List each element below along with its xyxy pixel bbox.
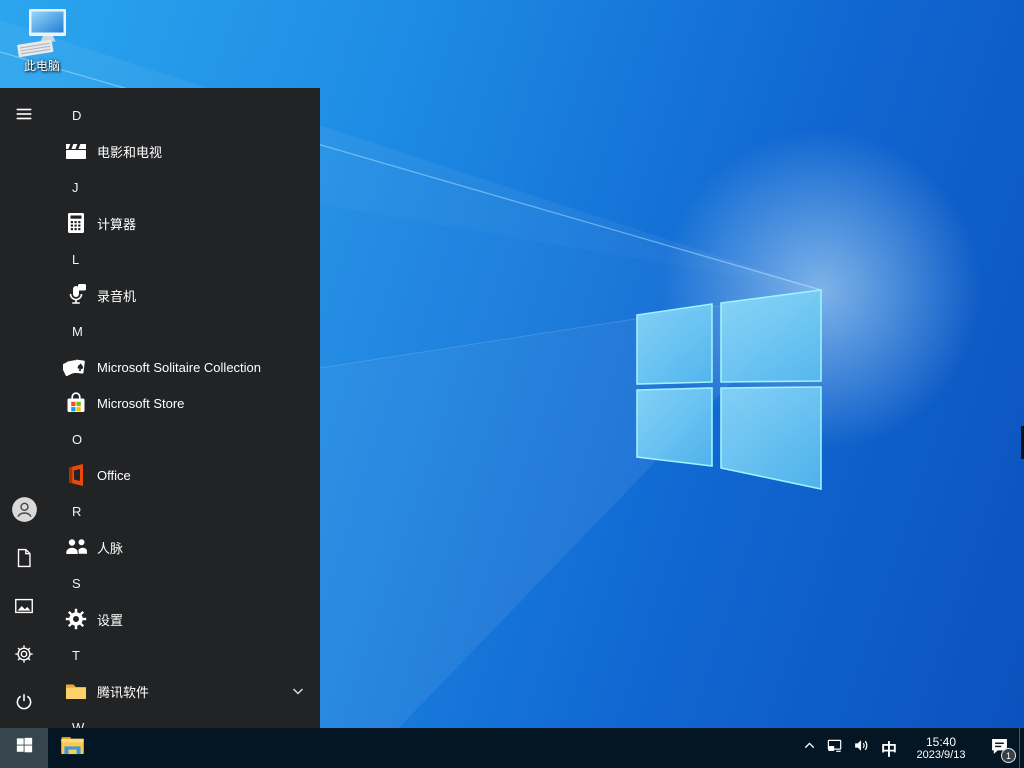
app-item[interactable]: Office	[48, 457, 320, 493]
solitaire-icon	[63, 354, 89, 380]
section-letter: R	[72, 503, 82, 519]
section-letter: J	[72, 179, 79, 195]
network-icon	[826, 737, 843, 759]
taskbar: 中 15:40 2023/9/13 1	[0, 728, 1024, 768]
file-explorer-icon	[59, 732, 86, 764]
section-header-R[interactable]: R	[48, 493, 320, 529]
app-item[interactable]: 电影和电视	[48, 133, 320, 169]
gear-outline-icon	[13, 643, 35, 670]
document-icon	[13, 547, 35, 574]
start-menu: D 电影和电视 J 计算器 L 录音机 M Microsoft Solitaire Colle…	[0, 88, 320, 728]
tray-clock[interactable]: 15:40 2023/9/13	[903, 728, 979, 768]
rail-user-account-button[interactable]	[0, 488, 48, 536]
start-menu-app-list: D 电影和电视 J 计算器 L 录音机 M Microsoft Solitaire Colle…	[48, 97, 320, 728]
chevron-up-icon	[801, 737, 818, 759]
rail-pictures-button[interactable]	[0, 584, 48, 632]
gear-solid-icon	[63, 606, 89, 632]
recorder-icon	[63, 282, 89, 308]
rail-power-button[interactable]	[0, 680, 48, 728]
section-header-W[interactable]: W	[48, 709, 320, 729]
ime-label: 中	[880, 742, 897, 759]
tray-volume-button[interactable]	[848, 728, 875, 768]
rail-settings-button[interactable]	[0, 632, 48, 680]
action-center-button[interactable]: 1	[979, 728, 1019, 768]
section-header-M[interactable]: M	[48, 313, 320, 349]
notification-badge: 1	[1001, 748, 1016, 763]
section-header-T[interactable]: T	[48, 637, 320, 673]
office-icon	[63, 462, 89, 488]
tray-show-hidden-icons-button[interactable]	[797, 728, 821, 768]
volume-icon	[853, 737, 870, 759]
store-icon	[63, 390, 89, 416]
section-header-L[interactable]: L	[48, 241, 320, 277]
section-header-O[interactable]: O	[48, 421, 320, 457]
desktop-icon-this-pc[interactable]: 此电脑	[10, 8, 74, 73]
app-item[interactable]: 设置	[48, 601, 320, 637]
this-pc-label: 此电脑	[23, 59, 60, 73]
app-item[interactable]: 计算器	[48, 205, 320, 241]
app-label: 电影和电视	[97, 144, 163, 160]
windows-logo-wallpaper	[636, 289, 822, 490]
this-pc-icon	[16, 8, 68, 58]
pictures-icon	[13, 595, 35, 622]
app-label: Microsoft Store	[97, 395, 185, 411]
system-tray: 中 15:40 2023/9/13 1	[797, 728, 1024, 768]
section-letter: W	[72, 719, 85, 729]
show-desktop-button[interactable]	[1019, 728, 1024, 768]
section-letter: D	[72, 107, 82, 123]
clock-date: 2023/9/13	[916, 748, 966, 761]
app-label: 设置	[97, 612, 124, 628]
hamburger-icon	[13, 103, 35, 130]
folder-icon	[63, 678, 89, 704]
windows-start-icon	[16, 737, 33, 759]
tray-network-button[interactable]	[821, 728, 848, 768]
app-item[interactable]: 录音机	[48, 277, 320, 313]
start-button[interactable]	[0, 728, 48, 768]
movies-icon	[63, 138, 89, 164]
power-icon	[13, 691, 35, 718]
avatar-icon	[11, 496, 38, 528]
app-label: 计算器	[97, 216, 137, 232]
app-item[interactable]: Microsoft Store	[48, 385, 320, 421]
chevron-down-icon[interactable]	[290, 683, 306, 699]
app-label: 人脉	[97, 540, 124, 556]
calculator-icon	[63, 210, 89, 236]
app-label: Office	[97, 467, 131, 483]
section-header-J[interactable]: J	[48, 169, 320, 205]
section-header-S[interactable]: S	[48, 565, 320, 601]
app-item[interactable]: 腾讯软件	[48, 673, 320, 709]
section-letter: S	[72, 575, 81, 591]
tray-ime-indicator[interactable]: 中	[875, 728, 903, 768]
app-label: Microsoft Solitaire Collection	[97, 359, 262, 375]
section-letter: M	[72, 323, 83, 339]
app-item[interactable]: Microsoft Solitaire Collection	[48, 349, 320, 385]
section-letter: L	[72, 251, 80, 267]
clock-time: 15:40	[925, 734, 957, 749]
app-label: 录音机	[97, 288, 137, 304]
start-menu-rail	[0, 88, 48, 728]
section-header-D[interactable]: D	[48, 97, 320, 133]
app-item[interactable]: 人脉	[48, 529, 320, 565]
taskbar-file-explorer-button[interactable]	[48, 728, 96, 768]
rail-expand-menu-button[interactable]	[0, 92, 48, 140]
app-label: 腾讯软件	[97, 684, 150, 700]
section-letter: O	[72, 431, 83, 447]
rail-documents-button[interactable]	[0, 536, 48, 584]
section-letter: T	[72, 647, 80, 663]
people-icon	[63, 534, 89, 560]
